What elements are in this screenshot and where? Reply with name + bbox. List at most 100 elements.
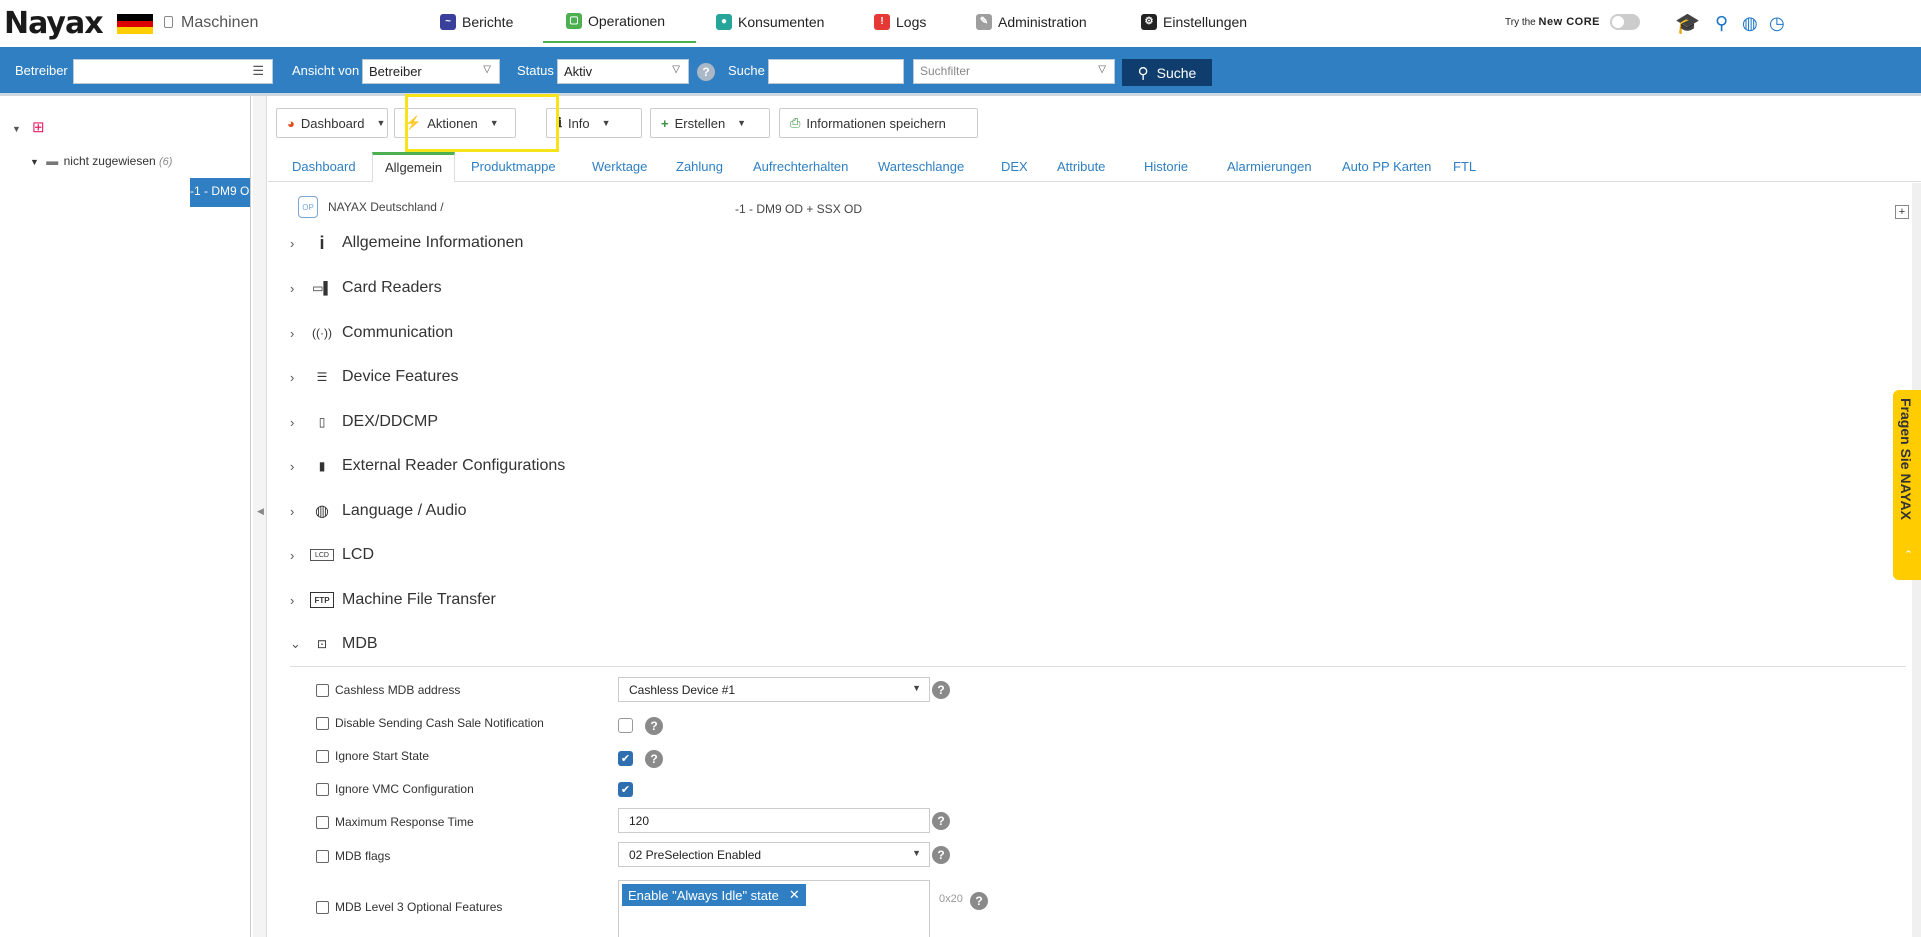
tab-werktage[interactable]: Werktage xyxy=(580,152,659,183)
aktionen-button[interactable]: ⚡ Aktionen ▼ xyxy=(394,108,516,138)
tab-dex[interactable]: DEX xyxy=(989,152,1040,183)
tab-dashboard[interactable]: Dashboard xyxy=(280,152,368,183)
ansicht-select[interactable]: Betreiber ▽ xyxy=(362,59,500,84)
ignore-start-checkbox[interactable]: ✔ xyxy=(618,751,633,766)
nav-logs[interactable]: ! Logs xyxy=(874,0,926,43)
save-info-button[interactable]: ⎙ Informationen speichern xyxy=(779,108,978,138)
help-icon[interactable]: ? xyxy=(932,846,950,864)
row-checkbox[interactable] xyxy=(316,815,329,829)
nav-operationen[interactable]: ▢ Operationen xyxy=(543,0,696,43)
tab-warteschlange[interactable]: Warteschlange xyxy=(866,152,976,183)
disable-cash-sale-checkbox[interactable] xyxy=(618,718,633,733)
dashboard-button[interactable]: ◕ Dashboard ▼ xyxy=(276,108,388,138)
caret-down-icon[interactable]: ▼ xyxy=(12,124,21,134)
tab-produktmappe[interactable]: Produktmappe xyxy=(459,152,568,183)
caret-down-icon[interactable]: ▼ xyxy=(30,157,39,167)
row-checkbox[interactable] xyxy=(316,749,329,763)
tab-auto-pp-karten[interactable]: Auto PP Karten xyxy=(1330,152,1443,183)
row-checkbox[interactable] xyxy=(316,900,329,914)
help-icon[interactable]: ? xyxy=(932,812,950,830)
level3-features-multiselect[interactable]: Enable "Always Idle" state ✕ xyxy=(618,880,930,937)
info-button[interactable]: ℹ Info ▼ xyxy=(546,108,642,138)
remove-tag-icon[interactable]: ✕ xyxy=(789,887,800,903)
help-icon[interactable]: ? xyxy=(645,750,663,768)
max-response-input[interactable]: 120 xyxy=(618,808,930,833)
section-card-readers[interactable]: › ▭▌ Card Readers xyxy=(290,274,442,302)
chevron-right-icon: › xyxy=(290,280,295,296)
core-toggle[interactable] xyxy=(1610,14,1640,30)
chevron-down-icon: ▽ xyxy=(672,64,680,75)
consumers-icon: ● xyxy=(716,13,732,30)
help-icon[interactable]: ? xyxy=(970,892,988,910)
row-checkbox[interactable] xyxy=(316,782,329,796)
expand-all-icon[interactable]: + xyxy=(1895,205,1909,219)
panel-splitter[interactable]: ◀ xyxy=(253,96,267,937)
check-icon: ✔ xyxy=(620,784,631,796)
chevron-right-icon: › xyxy=(290,235,295,251)
section-mdb[interactable]: ⌄ ⊡ MDB xyxy=(290,630,378,658)
tab-content xyxy=(280,182,1921,937)
chevron-down-icon: ▼ xyxy=(912,683,921,693)
help-icon[interactable]: ? xyxy=(697,63,715,81)
info-icon: i xyxy=(319,232,325,253)
help-icon[interactable]: ? xyxy=(932,681,950,699)
nav-konsumenten[interactable]: ● Konsumenten xyxy=(716,0,824,43)
nav-administration[interactable]: ✎ Administration xyxy=(976,0,1087,43)
tab-alarmierungen[interactable]: Alarmierungen xyxy=(1215,152,1324,183)
ignore-vmc-checkbox[interactable]: ✔ xyxy=(618,782,633,797)
erstellen-button[interactable]: + Erstellen ▼ xyxy=(650,108,770,138)
tab-historie[interactable]: Historie xyxy=(1132,152,1200,183)
section-device-features[interactable]: › ☰ Device Features xyxy=(290,363,459,391)
nayax-logo[interactable]: Nayax xyxy=(4,6,104,41)
row-ignore-vmc: Ignore VMC Configuration xyxy=(316,782,474,796)
graduation-cap-icon[interactable]: 🎓 xyxy=(1675,11,1700,36)
list-icon[interactable]: ☰ xyxy=(252,63,264,79)
search-icon[interactable]: ⚲ xyxy=(1715,13,1728,34)
section-external-reader[interactable]: › ▮ External Reader Configurations xyxy=(290,452,565,480)
machine-icon xyxy=(164,16,173,28)
try-new-core: Try the New CORE xyxy=(1505,16,1600,28)
machine-tree-panel: ▼ ⊞ ▼ ▬ nicht zugewiesen (6) -1 - DM9 OD xyxy=(0,96,251,937)
row-mdb-flags: MDB flags xyxy=(316,849,390,863)
row-ignore-start: Ignore Start State xyxy=(316,749,429,763)
ask-nayax-tab[interactable]: Fragen Sie NAYAX ‹ xyxy=(1893,390,1921,580)
ansicht-label: Ansicht von xyxy=(292,63,360,78)
section-lcd[interactable]: › LCD LCD xyxy=(290,541,374,569)
section-allgemeine-informationen[interactable]: › i Allgemeine Informationen xyxy=(290,229,523,257)
cashless-address-select[interactable]: Cashless Device #1 ▼ xyxy=(618,677,930,702)
row-checkbox[interactable] xyxy=(316,849,329,863)
collapse-arrow-icon[interactable]: ◀ xyxy=(257,506,264,517)
section-dex-ddcmp[interactable]: › ▯ DEX/DDCMP xyxy=(290,408,438,436)
suchfilter-select[interactable]: Suchfilter ▽ xyxy=(913,59,1115,84)
tab-allgemein[interactable]: Allgemein xyxy=(372,152,456,183)
clock-icon[interactable]: ◷ xyxy=(1769,13,1785,34)
nav-einstellungen[interactable]: ⚙ Einstellungen xyxy=(1141,0,1247,43)
row-checkbox[interactable] xyxy=(316,716,329,730)
tab-strip: Dashboard Allgemein Produktmappe Werktag… xyxy=(268,152,1921,183)
search-input[interactable] xyxy=(768,59,904,84)
tab-aufrechterhalten[interactable]: Aufrechterhalten xyxy=(741,152,860,183)
tree-item-selected-machine[interactable]: -1 - DM9 OD xyxy=(190,178,250,207)
status-select[interactable]: Aktiv ▽ xyxy=(557,59,689,84)
chevron-right-icon: › xyxy=(290,458,295,474)
top-navigation: Nayax Maschinen ~ Berichte ▢ Operationen ●… xyxy=(0,0,1921,47)
help-icon[interactable]: ? xyxy=(645,717,663,735)
chevron-right-icon: › xyxy=(290,503,295,519)
tree-root[interactable]: ▼ ⊞ xyxy=(12,118,45,136)
section-language-audio[interactable]: › ◍ Language / Audio xyxy=(290,497,467,525)
list-icon: ☰ xyxy=(316,370,328,384)
tree-node-unassigned[interactable]: ▼ ▬ nicht zugewiesen (6) xyxy=(30,154,172,168)
nav-berichte[interactable]: ~ Berichte xyxy=(440,0,513,43)
plus-icon: + xyxy=(661,115,669,131)
section-communication[interactable]: › ((·)) Communication xyxy=(290,319,453,347)
main-content: ◕ Dashboard ▼ ⚡ Aktionen ▼ ℹ Info ▼ + Erstellen… xyxy=(268,96,1921,937)
search-button[interactable]: ⚲ Suche xyxy=(1122,59,1212,86)
row-checkbox[interactable] xyxy=(316,683,329,697)
tab-attribute[interactable]: Attribute xyxy=(1045,152,1117,183)
tab-ftl[interactable]: FTL xyxy=(1441,152,1488,183)
betreiber-input[interactable]: ☰ xyxy=(73,59,273,84)
mdb-flags-select[interactable]: 02 PreSelection Enabled ▼ xyxy=(618,842,930,867)
section-machine-file-transfer[interactable]: › FTP Machine File Transfer xyxy=(290,586,496,614)
globe-icon[interactable]: ◍ xyxy=(1742,13,1758,34)
tab-zahlung[interactable]: Zahlung xyxy=(664,152,735,183)
